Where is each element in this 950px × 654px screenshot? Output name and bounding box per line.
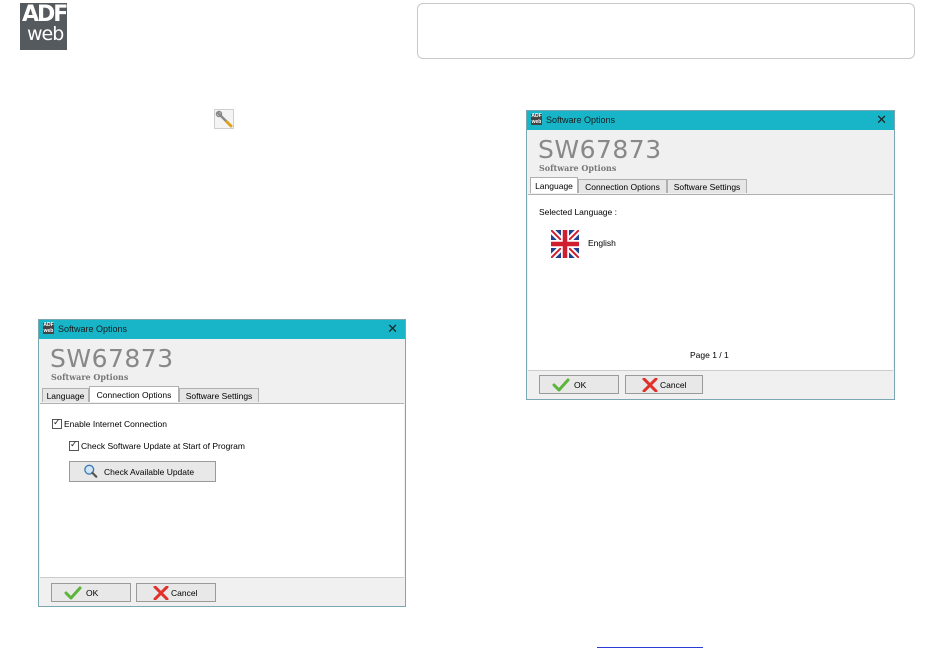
tab-language[interactable]: Language: [42, 388, 89, 402]
page-indicator: Page 1 / 1: [690, 350, 729, 360]
magnifier-icon: [84, 464, 98, 478]
ok-button[interactable]: OK: [539, 375, 619, 394]
header-box: [417, 3, 915, 59]
software-options-dialog-connection: ADF web Software Options ✕ SW67873 Softwa…: [38, 319, 406, 607]
check-update-start-checkbox[interactable]: [69, 439, 79, 451]
app-subtitle: Software Options: [51, 372, 129, 382]
check-update-label: Check Available Update: [104, 467, 195, 477]
dialog-title: Software Options: [546, 115, 616, 125]
footer-link-underline[interactable]: [597, 647, 703, 648]
wrench-screwdriver-icon: [214, 109, 234, 129]
close-icon[interactable]: ✕: [387, 321, 398, 337]
cancel-label: Cancel: [171, 588, 198, 598]
dialog-titlebar: ADF web Software Options ✕: [39, 320, 405, 339]
app-subtitle: Software Options: [539, 163, 617, 173]
language-name[interactable]: English: [588, 238, 616, 248]
tab-software-settings[interactable]: Software Settings: [667, 179, 747, 193]
red-x-icon: [642, 378, 658, 392]
app-icon: ADF web: [43, 322, 54, 334]
dialog-title: Software Options: [58, 324, 128, 334]
ok-button[interactable]: OK: [51, 583, 131, 602]
language-panel: Selected Language : English Page 1 / 1: [528, 194, 893, 371]
check-update-start-label: Check Software Update at Start of Progra…: [81, 441, 245, 451]
enable-internet-label: Enable Internet Connection: [64, 419, 168, 429]
software-options-dialog-language: ADF web Software Options ✕ SW67873 Softwa…: [526, 110, 895, 400]
selected-language-label: Selected Language :: [539, 207, 617, 217]
ok-label: OK: [86, 588, 99, 598]
tab-language[interactable]: Language: [530, 177, 578, 193]
uk-flag-icon[interactable]: [551, 230, 579, 258]
cancel-button[interactable]: Cancel: [136, 583, 216, 602]
ok-label: OK: [574, 380, 587, 390]
tab-software-settings[interactable]: Software Settings: [179, 388, 259, 402]
app-icon: ADF web: [531, 113, 542, 125]
adfweb-logo: ADF web: [20, 3, 67, 50]
tab-connection-options[interactable]: Connection Options: [578, 179, 667, 193]
green-check-icon: [64, 586, 82, 600]
app-code: SW67873: [50, 344, 174, 373]
connection-panel: Enable Internet Connection Check Softwar…: [40, 403, 404, 578]
red-x-icon: [153, 586, 169, 600]
cancel-label: Cancel: [660, 380, 687, 390]
enable-internet-checkbox[interactable]: [52, 417, 62, 429]
app-code: SW67873: [538, 135, 662, 164]
green-check-icon: [552, 378, 570, 392]
logo-text-web: web: [27, 23, 64, 45]
check-available-update-button[interactable]: Check Available Update: [69, 461, 216, 482]
cancel-button[interactable]: Cancel: [625, 375, 703, 394]
close-icon[interactable]: ✕: [876, 112, 887, 128]
dialog-titlebar: ADF web Software Options ✕: [527, 111, 894, 130]
tab-connection-options[interactable]: Connection Options: [89, 386, 179, 402]
